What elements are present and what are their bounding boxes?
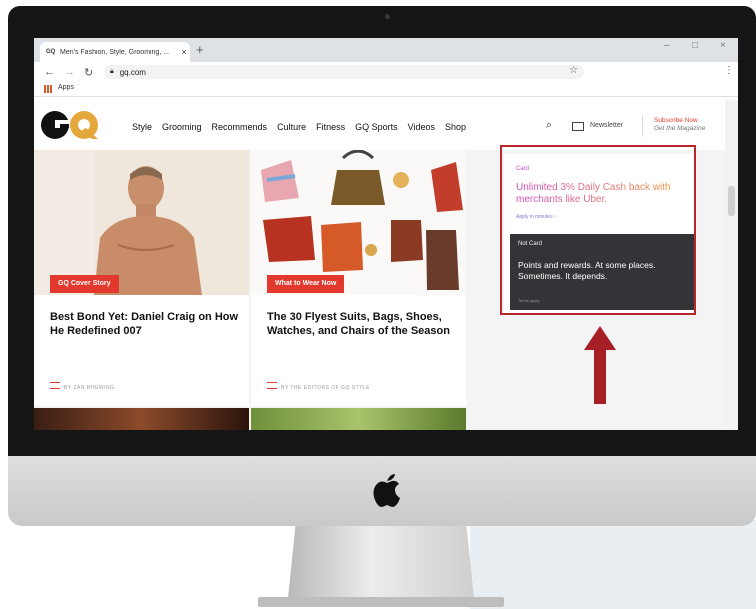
article-thumbnail[interactable] [34, 408, 249, 430]
menu-lines-icon [267, 382, 277, 389]
article-tag[interactable]: GQ Cover Story [50, 275, 119, 293]
search-icon[interactable]: ⌕ [546, 119, 552, 132]
tab-title: Men's Fashion, Style, Grooming, ... [60, 48, 170, 56]
maximize-button[interactable]: □ [692, 40, 698, 51]
article-byline: BY THE EDITORS OF GQ STYLE [267, 382, 370, 391]
reload-button[interactable]: ↻ [84, 66, 93, 79]
byline-text: BY ZAN RHEWING [64, 385, 115, 391]
up-arrow-icon [584, 326, 616, 404]
tab-close-icon[interactable]: × [178, 47, 190, 57]
tab-bar: GQ Men's Fashion, Style, Grooming, ... ×… [34, 38, 738, 62]
monitor-stand-base [258, 597, 504, 607]
address-bar: ← → ↻ 🔒︎ gq.com ☆ ⋮ [34, 62, 738, 82]
nav-item-recommends[interactable]: Recommends [212, 122, 268, 132]
subscribe-sublabel: Get the Magazine [654, 125, 706, 132]
gq-favicon-icon: GQ [46, 48, 56, 55]
ad-highlight-box [500, 145, 696, 315]
menu-lines-icon [50, 382, 60, 389]
url-text: gq.com [119, 67, 146, 77]
mail-icon[interactable] [572, 122, 584, 131]
article-card[interactable]: What to Wear Now The 30 Flyest Suits, Ba… [251, 150, 466, 406]
browser-tab[interactable]: GQ Men's Fashion, Style, Grooming, ... × [40, 42, 190, 62]
newsletter-link[interactable]: Newsletter [590, 122, 623, 129]
nav-item-style[interactable]: Style [132, 122, 152, 132]
byline-text: BY THE EDITORS OF GQ STYLE [281, 385, 371, 391]
article-card[interactable]: GQ Cover Story Best Bond Yet: Daniel Cra… [34, 150, 249, 406]
forward-button[interactable]: → [64, 66, 75, 78]
new-tab-button[interactable]: + [196, 42, 204, 57]
article-byline: BY ZAN RHEWING [50, 382, 115, 391]
back-button[interactable]: ← [44, 66, 55, 78]
bookmark-apps[interactable]: Apps [58, 84, 74, 91]
bookmarks-bar: Apps [34, 82, 738, 97]
nav-item-videos[interactable]: Videos [408, 122, 435, 132]
article-image[interactable] [251, 150, 466, 295]
minimize-button[interactable]: – [664, 40, 670, 51]
scrollbar-thumb[interactable] [728, 186, 735, 216]
header-divider [642, 115, 643, 137]
background-panel [470, 520, 756, 609]
nav-item-culture[interactable]: Culture [277, 122, 306, 132]
nav-item-grooming[interactable]: Grooming [162, 122, 202, 132]
article-tag[interactable]: What to Wear Now [267, 275, 345, 293]
browser-menu-icon[interactable]: ⋮ [724, 65, 734, 76]
scrollbar-track[interactable] [725, 100, 738, 430]
site-header: Style Grooming Recommends Culture Fitnes… [34, 97, 738, 143]
url-field[interactable]: 🔒︎ gq.com [104, 65, 584, 79]
gq-logo[interactable] [40, 110, 116, 140]
article-headline[interactable]: Best Bond Yet: Daniel Craig on How He Re… [50, 310, 240, 338]
nav-item-fitness[interactable]: Fitness [316, 122, 345, 132]
monitor-stand [288, 526, 474, 598]
star-icon[interactable]: ☆ [569, 65, 578, 76]
subscribe-label: Subscribe Now [654, 117, 698, 124]
article-thumbnail[interactable] [251, 408, 466, 430]
nav-item-shop[interactable]: Shop [445, 122, 466, 132]
subscribe-link[interactable]: Subscribe Now Get the Magazine [654, 117, 705, 133]
nav-item-gq-sports[interactable]: GQ Sports [355, 122, 398, 132]
camera-dot [385, 14, 390, 19]
main-nav: Style Grooming Recommends Culture Fitnes… [132, 122, 466, 132]
apps-grid-icon[interactable] [44, 85, 52, 93]
article-image[interactable] [34, 150, 249, 295]
article-headline[interactable]: The 30 Flyest Suits, Bags, Shoes, Watche… [267, 310, 457, 338]
close-window-button[interactable]: × [720, 40, 726, 51]
lock-icon: 🔒︎ [110, 68, 114, 75]
apple-icon [373, 474, 400, 507]
